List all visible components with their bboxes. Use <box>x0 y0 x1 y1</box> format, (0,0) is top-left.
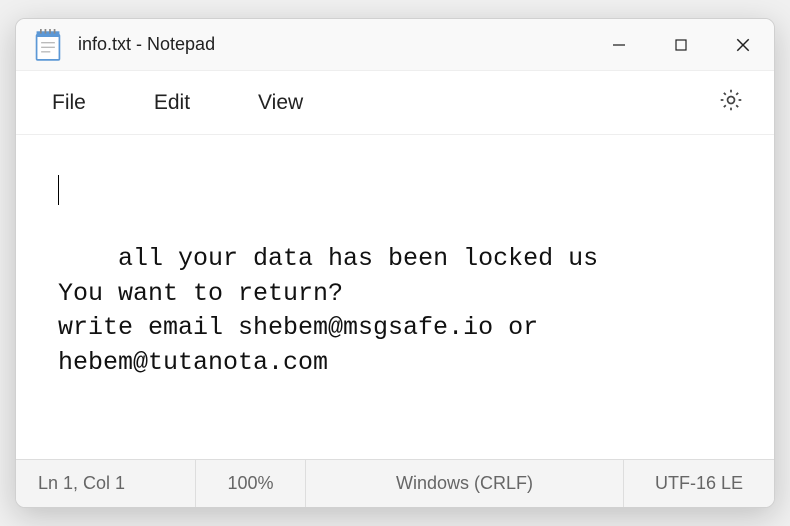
text-editor-area[interactable]: all your data has been locked us You wan… <box>16 135 774 459</box>
window-title: info.txt - Notepad <box>78 34 588 55</box>
menu-view[interactable]: View <box>254 85 307 121</box>
minimize-button[interactable] <box>588 19 650 70</box>
titlebar: info.txt - Notepad <box>16 19 774 71</box>
menu-edit[interactable]: Edit <box>150 85 194 121</box>
status-line-ending: Windows (CRLF) <box>306 460 624 507</box>
statusbar: Ln 1, Col 1 100% Windows (CRLF) UTF-16 L… <box>16 459 774 507</box>
notepad-window: info.txt - Notepad File Edit View all y <box>15 18 775 508</box>
menu-file[interactable]: File <box>48 85 90 121</box>
notepad-icon <box>34 29 62 61</box>
status-encoding: UTF-16 LE <box>624 460 774 507</box>
settings-button[interactable] <box>712 81 750 124</box>
status-zoom: 100% <box>196 460 306 507</box>
menubar: File Edit View <box>16 71 774 135</box>
close-button[interactable] <box>712 19 774 70</box>
maximize-button[interactable] <box>650 19 712 70</box>
window-controls <box>588 19 774 70</box>
status-cursor-position: Ln 1, Col 1 <box>16 460 196 507</box>
document-text: all your data has been locked us You wan… <box>58 244 598 377</box>
text-cursor <box>58 175 59 205</box>
